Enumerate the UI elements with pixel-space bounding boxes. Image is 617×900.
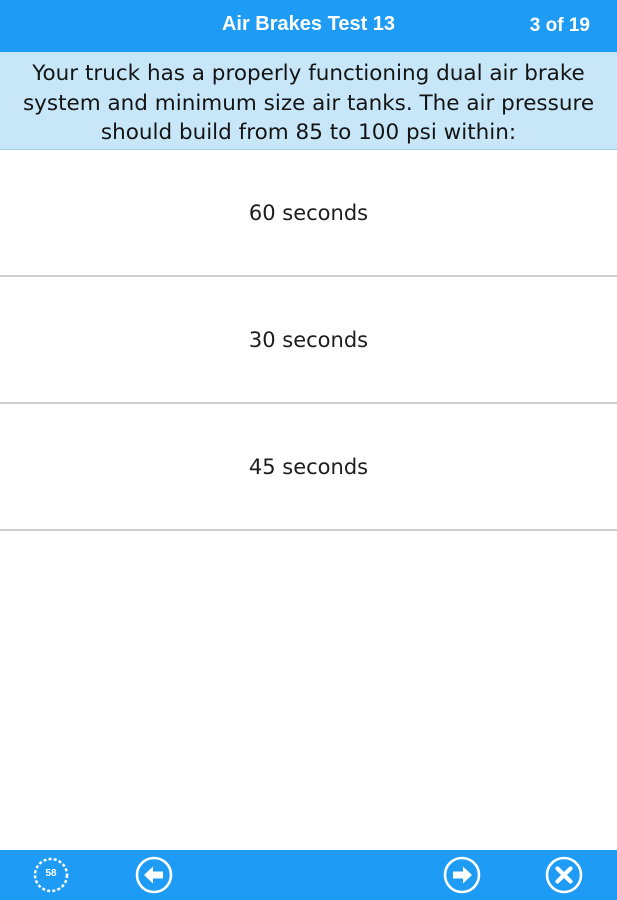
page-title: Air Brakes Test 13: [221, 13, 396, 35]
quiz-screen: Air Brakes Test 13 3 of 19 Your truck ha…: [0, 0, 617, 900]
answer-list: 60 seconds 30 seconds 45 seconds: [0, 150, 617, 531]
answer-label: 30 seconds: [248, 327, 369, 352]
answer-option-1[interactable]: 60 seconds: [0, 150, 617, 277]
bottom-toolbar: 58: [0, 850, 617, 900]
back-arrow-icon: [135, 856, 173, 894]
answer-option-3[interactable]: 45 seconds: [0, 404, 617, 531]
timer-value: 58: [45, 868, 57, 879]
question-progress: 3 of 19: [529, 15, 590, 36]
answer-label: 60 seconds: [248, 200, 369, 225]
close-button[interactable]: [545, 856, 583, 894]
question-text: Your truck has a properly functioning du…: [22, 61, 595, 145]
header-bar: Air Brakes Test 13 3 of 19: [0, 0, 617, 52]
answer-option-2[interactable]: 30 seconds: [0, 277, 617, 404]
previous-button[interactable]: [135, 856, 173, 894]
timer-button[interactable]: 58: [32, 856, 70, 894]
answer-label: 45 seconds: [248, 454, 369, 479]
next-button[interactable]: [443, 856, 481, 894]
question-panel: Your truck has a properly functioning du…: [0, 52, 617, 150]
forward-arrow-icon: [443, 856, 481, 894]
close-icon: [545, 856, 583, 894]
